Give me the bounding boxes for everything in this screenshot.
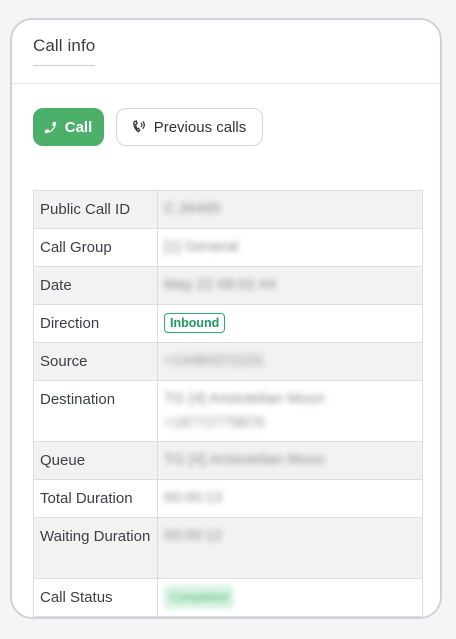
table-row: Direction Inbound [33, 304, 423, 343]
call-info-card: Call info Call Previous calls Public Cal… [10, 18, 442, 619]
row-label: Public Call ID [33, 190, 158, 229]
action-bar: Call Previous calls [33, 108, 263, 146]
table-row: Source +14483372231 [33, 342, 423, 381]
row-label: Source [33, 342, 158, 381]
card-header: Call info [12, 20, 440, 84]
destination-number: +18772779876 [164, 414, 265, 431]
table-row: Public Call ID C.36485 [33, 190, 423, 229]
total-duration-value: 00:00:13 [164, 489, 223, 506]
queue-value: TG [4] Aristotelian Moon [164, 451, 325, 468]
row-value: C.36485 [157, 190, 423, 229]
row-value: +14483372231 [157, 342, 423, 381]
waiting-duration-value: 00:00:12 [164, 527, 223, 544]
row-value: TG [4] Aristotelian Moon [157, 441, 423, 480]
row-label: Date [33, 266, 158, 305]
row-label: Destination [33, 380, 158, 442]
call-status-value: Completed [164, 585, 235, 609]
destination-value: TG [4] Aristotelian Moon [164, 390, 325, 407]
call-details-table: Public Call ID C.36485 Call Group [1] Ge… [33, 190, 423, 617]
row-value: 00:00:13 [157, 479, 423, 518]
date-value: May 22 08:02:44 [164, 276, 276, 293]
table-row: Date May 22 08:02:44 [33, 266, 423, 305]
card-title: Call info [33, 36, 96, 66]
row-value: 00:00:12 [157, 517, 423, 579]
phone-icon [43, 120, 58, 135]
row-label: Call Group [33, 228, 158, 267]
table-row: Waiting Duration 00:00:12 [33, 517, 423, 579]
previous-calls-label: Previous calls [153, 118, 247, 136]
public-call-id-value: C.36485 [164, 200, 221, 217]
call-button[interactable]: Call [33, 108, 104, 146]
table-row: Call Group [1] General [33, 228, 423, 267]
row-label: Total Duration [33, 479, 158, 518]
row-label: Queue [33, 441, 158, 480]
row-value: [1] General [157, 228, 423, 267]
call-group-value: [1] General [164, 238, 239, 255]
row-value: Completed [157, 578, 423, 617]
phone-ring-icon [131, 119, 147, 135]
table-row: Queue TG [4] Aristotelian Moon [33, 441, 423, 480]
call-button-label: Call [64, 118, 93, 136]
row-value: May 22 08:02:44 [157, 266, 423, 305]
table-row: Total Duration 00:00:13 [33, 479, 423, 518]
row-label: Call Status [33, 578, 158, 617]
row-label: Direction [33, 304, 158, 343]
previous-calls-button[interactable]: Previous calls [116, 108, 263, 146]
table-row: Call Status Completed [33, 578, 423, 617]
source-value: +14483372231 [164, 352, 265, 369]
row-value: TG [4] Aristotelian Moon +18772779876 [157, 380, 423, 442]
row-value: Inbound [157, 304, 423, 343]
direction-badge: Inbound [164, 313, 226, 333]
table-row: Destination TG [4] Aristotelian Moon +18… [33, 380, 423, 442]
row-label: Waiting Duration [33, 517, 158, 579]
